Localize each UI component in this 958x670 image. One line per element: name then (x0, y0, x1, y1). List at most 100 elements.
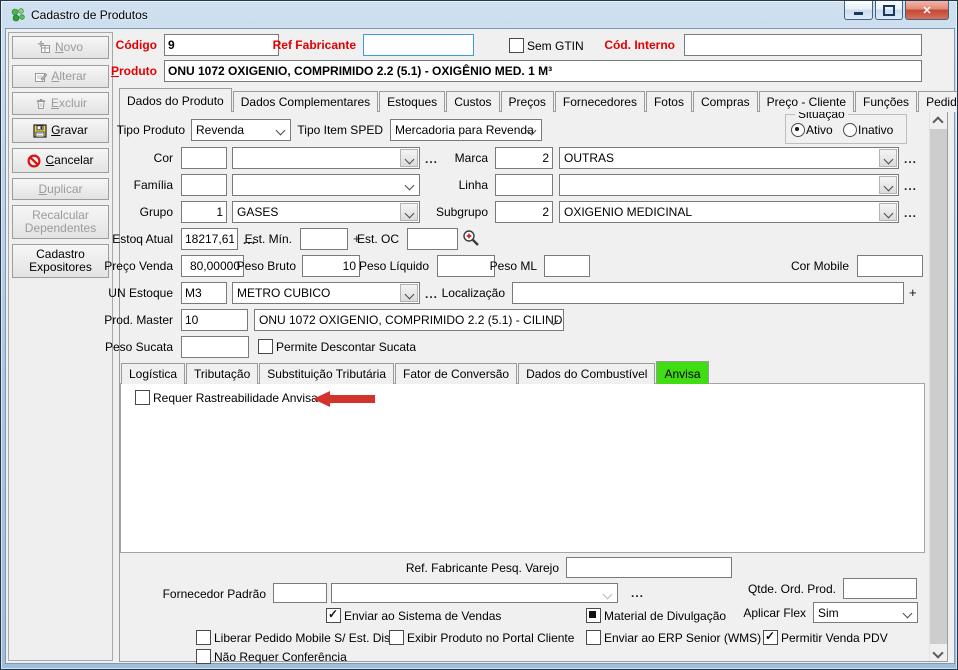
familia-code-input[interactable] (181, 174, 227, 196)
tab-fator-de-conversao[interactable]: Fator de Conversão (395, 363, 517, 384)
cor-combo[interactable] (232, 147, 420, 169)
peso-ml-input[interactable] (544, 255, 590, 277)
enviar-erp-senior-label: Enviar ao ERP Senior (WMS) (604, 631, 761, 645)
qtde-ord-prod-label: Qtde. Ord. Prod. (748, 582, 836, 596)
ref-fabricante-input[interactable] (363, 34, 474, 56)
un-estoque-dots[interactable]: ... (425, 287, 438, 301)
minimize-button[interactable] (844, 1, 873, 20)
localizacao-input[interactable] (512, 282, 904, 304)
fornecedor-padrao-code-input[interactable] (273, 583, 327, 603)
marca-combo[interactable]: OUTRAS (559, 147, 899, 169)
grupo-combo[interactable]: GASES (232, 201, 420, 223)
cor-mobile-input[interactable] (857, 255, 923, 277)
recalcular-dependentes-button[interactable]: Recalcular Dependentes (12, 205, 109, 239)
tab-preco-cliente[interactable]: Preço - Cliente (759, 91, 854, 112)
tipo-produto-combo[interactable]: Revenda (191, 119, 291, 141)
ref-fab-pesq-varejo-label: Ref. Fabricante Pesq. Varejo (406, 561, 559, 575)
chevron-down-icon (884, 209, 894, 219)
tipo-item-sped-combo[interactable]: Mercadoria para Revenda (390, 119, 542, 141)
fornecedor-padrao-combo[interactable] (331, 583, 618, 603)
tab-compras[interactable]: Compras (693, 91, 758, 112)
est-oc-input[interactable] (407, 228, 458, 250)
tab-anvisa[interactable]: Anvisa (656, 361, 708, 384)
preco-venda-label: Preço Venda (104, 259, 173, 273)
tab-dados-complementares[interactable]: Dados Complementares (233, 91, 378, 112)
fornecedor-padrao-label: Fornecedor Padrão (163, 587, 266, 601)
tab-tributacao[interactable]: Tributação (186, 363, 258, 384)
ref-fab-pesq-varejo-input[interactable] (566, 557, 732, 578)
alterar-button[interactable]: Alterar (12, 65, 109, 88)
peso-liquido-input[interactable] (437, 255, 495, 277)
familia-combo[interactable] (232, 174, 420, 196)
grupo-code-input[interactable] (181, 201, 227, 223)
aplicar-flex-label: Aplicar Flex (743, 606, 806, 620)
excluir-button[interactable]: Excluir (12, 92, 109, 115)
subgrupo-combo[interactable]: OXIGENIO MEDICINAL (559, 201, 899, 223)
codigo-input[interactable] (164, 34, 279, 56)
maximize-button[interactable] (875, 1, 903, 20)
peso-sucata-label: Peso Sucata (105, 340, 173, 354)
scrollbar-down-arrow[interactable] (934, 649, 942, 657)
zoom-search-icon[interactable] (462, 229, 480, 247)
tab-custos[interactable]: Custos (446, 91, 499, 112)
close-icon: ✕ (922, 4, 931, 17)
tab-dados-do-produto[interactable]: Dados do Produto (119, 88, 232, 112)
tab-logistica[interactable]: Logística (121, 363, 185, 384)
chevron-down-icon (405, 155, 415, 165)
peso-bruto-input[interactable] (302, 255, 360, 277)
novo-button[interactable]: Novo (12, 36, 109, 59)
cancelar-button[interactable]: Cancelar (12, 148, 109, 173)
linha-lookup-dots[interactable]: ... (904, 179, 917, 193)
marca-code-input[interactable] (495, 147, 553, 169)
tab-pedidos[interactable]: Pedidos (918, 91, 958, 112)
cancel-icon (27, 154, 41, 168)
localizacao-plus-button[interactable]: + (909, 285, 917, 300)
cor-code-input[interactable] (181, 147, 227, 169)
vertical-scrollbar[interactable] (929, 112, 946, 661)
ref-fabricante-label: Ref Fabricante (273, 38, 356, 52)
ativo-radio[interactable] (791, 123, 805, 137)
preco-venda-input[interactable] (181, 255, 244, 277)
duplicar-button[interactable]: Duplicar (12, 178, 109, 200)
fornecedor-padrao-dots[interactable]: ... (631, 586, 644, 600)
edit-icon (34, 70, 47, 83)
qtde-ord-prod-input[interactable] (843, 578, 917, 599)
subgrupo-lookup-dots[interactable]: ... (904, 206, 917, 220)
inner-tabbar: Logística Tributação Substituição Tribut… (121, 362, 710, 384)
marca-lookup-dots[interactable]: ... (904, 152, 917, 166)
cor-mobile-label: Cor Mobile (791, 259, 849, 273)
tab-dados-do-combustivel[interactable]: Dados do Combustível (518, 363, 655, 384)
tab-fornecedores[interactable]: Fornecedores (555, 91, 645, 112)
un-estoque-combo[interactable]: METRO CUBICO (232, 282, 420, 304)
scrollbar-thumb[interactable] (930, 129, 947, 644)
cod-interno-input[interactable] (684, 34, 922, 56)
peso-liquido-label: Peso Líquido (359, 259, 429, 273)
close-button[interactable]: ✕ (905, 1, 949, 20)
linha-code-input[interactable] (495, 174, 553, 196)
produto-input[interactable] (164, 60, 922, 82)
tab-substituicao-tributaria[interactable]: Substituição Tributária (259, 363, 394, 384)
tab-fotos[interactable]: Fotos (646, 91, 692, 112)
exibir-portal-cliente-label: Exibir Produto no Portal Cliente (407, 631, 574, 645)
est-min-input[interactable] (300, 228, 348, 250)
prod-master-code-input[interactable] (181, 309, 248, 331)
tab-precos[interactable]: Preços (501, 91, 554, 112)
peso-sucata-input[interactable] (181, 336, 249, 358)
app-icon (10, 7, 26, 23)
gravar-button[interactable]: Gravar (12, 118, 109, 143)
titlebar[interactable]: Cadastro de Produtos ✕ (1, 1, 957, 29)
subgrupo-code-input[interactable] (495, 201, 553, 223)
estoq-atual-input[interactable] (181, 228, 238, 250)
cor-lookup-dots[interactable]: ... (425, 152, 438, 166)
tab-funcoes[interactable]: Funções (855, 91, 917, 112)
new-record-icon (38, 41, 51, 54)
inativo-radio[interactable] (843, 123, 857, 137)
maximize-icon (883, 5, 895, 16)
cadastro-expositores-button[interactable]: Cadastro Expositores (12, 244, 109, 278)
tab-estoques[interactable]: Estoques (379, 91, 445, 112)
scrollbar-up-arrow[interactable] (934, 116, 942, 124)
prod-master-combo[interactable]: ONU 1072 OXIGENIO, COMPRIMIDO 2.2 (5.1) … (254, 309, 564, 331)
aplicar-flex-combo[interactable]: Sim (813, 602, 918, 623)
un-estoque-code-input[interactable] (181, 282, 227, 304)
linha-combo[interactable] (559, 174, 899, 196)
